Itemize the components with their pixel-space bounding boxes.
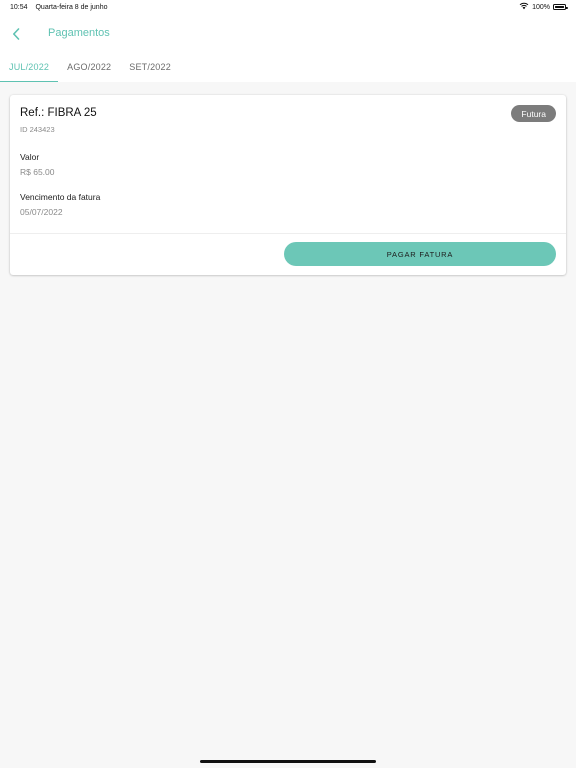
tab-set-2022[interactable]: SET/2022 [120, 52, 180, 82]
tab-jul-2022[interactable]: JUL/2022 [0, 52, 59, 82]
status-bar: 10:54 Quarta-feira 8 de junho 100% [0, 0, 576, 14]
invoice-card: Ref.: FIBRA 25 ID 243423 Futura Valor R$… [10, 95, 566, 275]
tab-ago-2022[interactable]: AGO/2022 [58, 52, 120, 82]
due-date-value: 05/07/2022 [20, 207, 63, 217]
back-button[interactable] [8, 24, 24, 44]
card-divider [10, 233, 566, 234]
invoice-id: ID 243423 [20, 125, 55, 134]
battery-percent: 100% [532, 3, 550, 11]
page-title: Pagamentos [48, 27, 110, 39]
due-date-label: Vencimento da fatura [20, 192, 101, 202]
battery-fill [555, 6, 564, 8]
pay-invoice-button[interactable]: PAGAR FATURA [284, 242, 556, 266]
amount-label: Valor [20, 152, 40, 162]
status-time: 10:54 [10, 3, 28, 11]
amount-value: R$ 65.00 [20, 167, 55, 177]
status-right: 100% [519, 2, 568, 12]
status-badge: Futura [511, 105, 556, 122]
chevron-left-icon [13, 28, 20, 40]
wifi-icon [519, 2, 529, 12]
status-date: Quarta-feira 8 de junho [35, 3, 108, 11]
invoice-ref: Ref.: FIBRA 25 [20, 107, 97, 119]
month-tabs: JUL/2022 AGO/2022 SET/2022 [0, 52, 180, 82]
status-left: 10:54 Quarta-feira 8 de junho [10, 4, 113, 11]
payments-screen: 10:54 Quarta-feira 8 de junho 100% Pagam… [0, 0, 576, 768]
battery-icon [553, 4, 568, 10]
header: Pagamentos JUL/2022 AGO/2022 SET/2022 [0, 14, 576, 82]
home-indicator [200, 760, 376, 763]
